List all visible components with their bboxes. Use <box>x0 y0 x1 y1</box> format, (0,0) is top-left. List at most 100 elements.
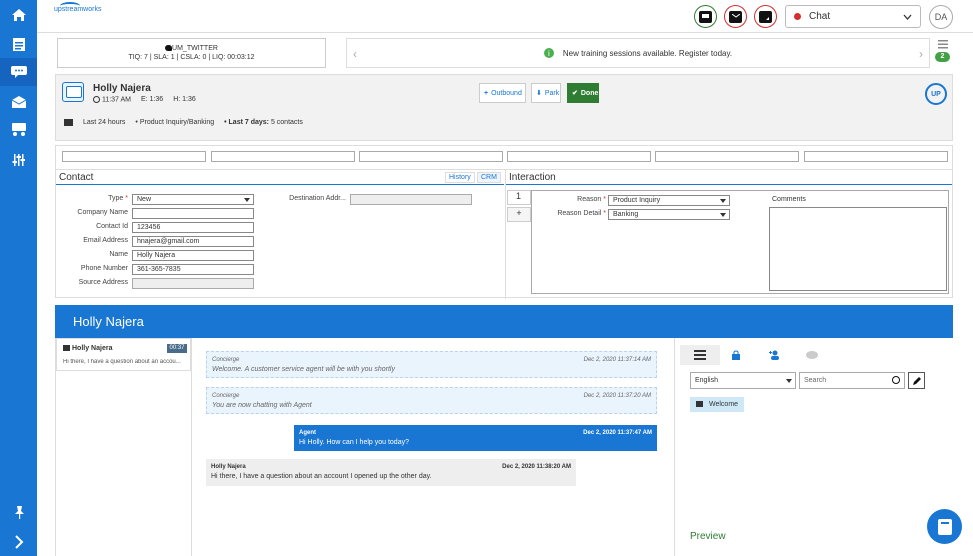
chat-channel-button[interactable] <box>694 5 717 28</box>
chevron-left-icon[interactable]: ‹ <box>353 47 357 61</box>
search-icon <box>892 376 900 384</box>
message-agent: Agent Dec 2, 2020 11:37:47 AM Hi Holly. H… <box>294 425 657 451</box>
chat-icon <box>63 345 70 352</box>
done-button[interactable]: ✔ Done <box>567 83 599 103</box>
message-system: Concierge Dec 2, 2020 11:37:14 AM Welcome… <box>206 351 657 378</box>
chevron-down-icon <box>786 379 792 383</box>
company-name-field[interactable] <box>132 208 254 219</box>
reason-select[interactable]: Product Inquiry <box>608 195 730 206</box>
twitter-icon <box>165 45 173 52</box>
sliders-icon[interactable] <box>0 146 37 174</box>
logo: upstreamworks <box>54 2 101 13</box>
interaction-index[interactable]: 1 <box>507 190 531 205</box>
interaction-title: Interaction <box>509 172 556 183</box>
destination-address-field[interactable] <box>350 194 472 205</box>
type-select[interactable]: New <box>132 194 254 205</box>
filter-field-5[interactable] <box>655 151 799 162</box>
filter-field-1[interactable] <box>62 151 206 162</box>
reason-detail-select[interactable]: Banking <box>608 209 730 220</box>
filter-field-4[interactable] <box>507 151 651 162</box>
name-label: Name <box>109 251 128 258</box>
kb-folder-welcome[interactable]: Welcome <box>690 397 744 412</box>
add-interaction-button[interactable]: + <box>507 207 531 222</box>
check-icon: ✔ <box>572 90 578 97</box>
conversation-list: Holly Najera 00:37 Hi there, I have a qu… <box>56 338 192 556</box>
email-field[interactable]: hnajera@gmail.com <box>132 236 254 247</box>
book-icon <box>937 518 952 535</box>
kb-tabs <box>680 341 948 365</box>
list-icon[interactable] <box>680 345 720 365</box>
source-address-label: Source Address <box>78 279 128 286</box>
notification-bar: ‹ i New training sessions available. Reg… <box>346 38 930 68</box>
envelope-icon <box>729 10 742 23</box>
note-channel-button[interactable] <box>754 5 777 28</box>
contact-interaction-panel: Contact History CRM Type * New Company N… <box>55 145 953 299</box>
language-select[interactable]: English <box>690 372 796 389</box>
hamburger-icon <box>938 40 948 49</box>
preview-title: Preview <box>690 531 726 542</box>
download-icon: ⬇ <box>536 90 542 97</box>
phone-field[interactable]: 361-365-7835 <box>132 264 254 275</box>
sticky-note-icon <box>759 10 772 23</box>
chat-area: Holly Najera 00:37 Hi there, I have a qu… <box>55 338 962 556</box>
company-name-label: Company Name <box>77 209 128 216</box>
edit-button[interactable] <box>908 372 925 389</box>
channel-status-select[interactable]: Chat <box>785 5 921 28</box>
chevron-right-icon[interactable]: › <box>919 47 923 61</box>
notification-badge: 2 <box>935 52 950 62</box>
team-icon[interactable] <box>0 116 37 144</box>
status-dot <box>794 13 801 20</box>
notifications-menu[interactable]: 2 <box>935 40 951 64</box>
phone-label: Phone Number <box>80 265 128 272</box>
notification-text: New training sessions available. Registe… <box>562 48 733 58</box>
kb-search-input[interactable]: Search <box>799 372 905 389</box>
queue-name: UM_TWITTER <box>58 44 325 53</box>
mail-icon <box>64 119 73 126</box>
destination-address-label: Destination Addr... <box>289 195 346 202</box>
list-item[interactable]: Holly Najera 00:37 Hi there, I have a qu… <box>56 338 191 371</box>
reason-detail-label: Reason Detail * <box>557 210 606 217</box>
knowledge-base-button[interactable] <box>927 509 962 544</box>
chevron-down-icon <box>903 12 912 23</box>
home-icon[interactable] <box>0 1 37 29</box>
source-address-field[interactable] <box>132 278 254 289</box>
contact-id-field[interactable]: 123456 <box>132 222 254 233</box>
comments-textarea[interactable] <box>769 207 947 291</box>
pencil-icon <box>913 377 921 385</box>
comments-icon[interactable] <box>792 345 832 365</box>
park-button[interactable]: ⬇ Park <box>531 83 561 103</box>
filter-field-3[interactable] <box>359 151 503 162</box>
clipboard-icon[interactable] <box>0 30 37 58</box>
user-avatar[interactable]: DA <box>929 5 953 29</box>
customer-timers: 11:37 AM E: 1:36 H: 1:36 <box>93 96 196 103</box>
upstream-logo-icon[interactable]: UP <box>925 83 947 105</box>
reason-label: Reason * <box>577 196 606 203</box>
lock-icon[interactable] <box>716 345 756 365</box>
chat-timer-badge: 00:37 <box>167 344 187 353</box>
list-item-preview: Hi there, I have a question about an acc… <box>63 359 181 365</box>
add-user-icon[interactable] <box>755 345 795 365</box>
comments-label: Comments <box>772 196 806 203</box>
message-system: Concierge Dec 2, 2020 11:37:20 AM You are… <box>206 387 657 414</box>
tab-history[interactable]: History <box>445 172 475 183</box>
email-label: Email Address <box>83 237 128 244</box>
name-field[interactable]: Holly Najera <box>132 250 254 261</box>
clock-icon <box>93 96 100 103</box>
chat-header: Holly Najera <box>55 305 953 338</box>
queue-stats-line: TIQ: 7 | SLA: 1 | CSLA: 0 | LIQ: 00:03:1… <box>128 54 255 61</box>
filter-field-6[interactable] <box>804 151 948 162</box>
tab-crm[interactable]: CRM <box>477 172 501 183</box>
type-label: Type * <box>108 195 128 202</box>
contact-history-summary: Last 24 hours • Product Inquiry/Banking … <box>64 119 303 126</box>
email-channel-button[interactable] <box>724 5 747 28</box>
chat-icon[interactable] <box>0 58 37 86</box>
customer-name: Holly Najera <box>93 83 151 94</box>
filter-field-2[interactable] <box>211 151 355 162</box>
chevron-right-icon[interactable] <box>0 528 37 556</box>
contact-title: Contact <box>59 172 94 183</box>
outbound-button[interactable]: + Outbound <box>479 83 526 103</box>
mail-icon[interactable] <box>0 88 37 116</box>
left-nav <box>0 0 37 556</box>
pin-icon[interactable] <box>0 498 37 526</box>
queue-stats: UM_TWITTER TIQ: 7 | SLA: 1 | CSLA: 0 | L… <box>57 38 326 68</box>
